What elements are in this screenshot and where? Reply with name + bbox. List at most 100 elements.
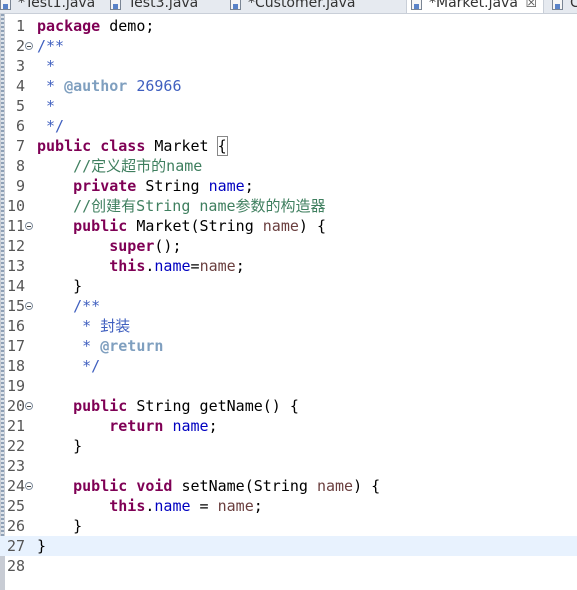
code-text: */ (37, 356, 100, 376)
code-line[interactable]: 25 this.name = name; (0, 496, 577, 516)
line-number: 24 (6, 477, 25, 495)
code-line[interactable]: 8 //定义超市的name (0, 156, 577, 176)
code-line[interactable]: 20 public String getName() { (0, 396, 577, 416)
code-line[interactable]: 23 (0, 456, 577, 476)
tab-label: Test3.java (128, 0, 199, 11)
code-text: /** (37, 296, 100, 316)
code-line[interactable]: 28 (0, 556, 577, 576)
code-line[interactable]: 2 /** (0, 36, 577, 56)
fold-toggle-icon[interactable] (25, 482, 33, 490)
code-line[interactable]: 5 * (0, 96, 577, 116)
fold-toggle-icon[interactable] (25, 42, 33, 50)
tab-label: *Test1.java (18, 0, 96, 11)
java-file-icon (110, 0, 121, 10)
line-number: 16 (6, 317, 25, 335)
code-line[interactable]: 11 public Market(String name) { (0, 216, 577, 236)
code-line[interactable]: 19 (0, 376, 577, 396)
code-token: ) { (298, 217, 326, 235)
line-number: 6 (15, 117, 25, 135)
code-line[interactable]: 27} (0, 536, 577, 556)
code-text: public void setName(String name) { (37, 476, 380, 496)
code-token: */ (37, 117, 65, 135)
code-line[interactable]: 9 private String name; (0, 176, 577, 196)
tab-test1[interactable]: *Test1.java (0, 0, 106, 13)
code-line[interactable]: 12 super(); (0, 236, 577, 256)
tab-overflow[interactable]: C (548, 0, 577, 13)
code-token: * (37, 77, 65, 95)
code-line[interactable]: 10 //创建有String name参数的构造器 (0, 196, 577, 216)
code-token: public (73, 217, 128, 235)
code-token: name (154, 497, 191, 515)
code-token: package (37, 17, 101, 35)
close-tab-icon[interactable]: ☒ (525, 0, 537, 13)
code-token: } (37, 537, 47, 555)
code-line[interactable]: 17 * @return (0, 336, 577, 356)
code-editor[interactable]: 1 package demo; 2/** 3 * 4 * @author 26966 5 … (0, 14, 577, 590)
code-text: */ (37, 116, 64, 136)
code-token: ) { (353, 477, 381, 495)
code-line[interactable]: 13 this.name=name; (0, 256, 577, 276)
fold-toggle-icon[interactable] (25, 402, 33, 410)
code-line[interactable]: 16 * 封装 (0, 316, 577, 336)
code-token: Market (145, 137, 218, 155)
code-text: * (37, 56, 55, 76)
code-token: demo; (100, 17, 155, 35)
code-text: //定义超市的name (37, 156, 202, 176)
code-token: name (172, 417, 209, 435)
tab-test3[interactable]: Test3.java (106, 0, 226, 13)
code-line[interactable]: 4 * @author 26966 (0, 76, 577, 96)
code-token: String (136, 177, 209, 195)
code-line[interactable]: 24 public void setName(String name) { (0, 476, 577, 496)
code-line[interactable]: 6 */ (0, 116, 577, 136)
code-text: /** (37, 36, 64, 56)
code-token: name (316, 477, 354, 495)
code-line[interactable]: 22 } (0, 436, 577, 456)
code-line[interactable]: 7 public class Market { (0, 136, 577, 156)
line-number: 27 (6, 537, 25, 555)
code-text: } (37, 436, 82, 456)
code-token: class (100, 137, 146, 155)
code-text: private String name; (37, 176, 254, 196)
line-number: 1 (15, 17, 25, 35)
line-number: 9 (15, 177, 25, 195)
code-token: name (208, 177, 245, 195)
code-line[interactable]: 15 /** (0, 296, 577, 316)
tab-customer[interactable]: *Customer.java (226, 0, 386, 13)
code-text: * 封装 (37, 316, 130, 336)
code-token: name (262, 217, 299, 235)
code-token: name (199, 257, 236, 275)
code-line[interactable]: 21 return name; (0, 416, 577, 436)
line-number: 7 (15, 137, 25, 155)
line-number: 20 (6, 397, 25, 415)
java-file-icon (411, 0, 422, 10)
line-number: 15 (6, 297, 25, 315)
code-token: void (136, 477, 173, 495)
code-line[interactable]: 26 } (0, 516, 577, 536)
code-line[interactable]: 18 */ (0, 356, 577, 376)
code-token: public (73, 477, 128, 495)
code-token: name (217, 497, 254, 515)
line-number: 18 (6, 357, 25, 375)
tab-label: C (570, 0, 577, 11)
line-number: 21 (6, 417, 25, 435)
code-token: */ (37, 357, 101, 375)
code-token: { (216, 136, 228, 156)
tab-market[interactable]: *Market.java ☒ (406, 0, 544, 13)
code-token: @return (100, 337, 164, 355)
code-token: this (109, 257, 146, 275)
code-text: return name; (37, 416, 217, 436)
line-number: 19 (6, 377, 25, 395)
code-line[interactable]: 3 * (0, 56, 577, 76)
code-token: (); (154, 237, 182, 255)
code-line[interactable]: 1 package demo; (0, 16, 577, 36)
line-number: 17 (6, 337, 25, 355)
fold-toggle-icon[interactable] (25, 302, 33, 310)
fold-toggle-icon[interactable] (25, 222, 33, 230)
code-line[interactable]: 14 } (0, 276, 577, 296)
